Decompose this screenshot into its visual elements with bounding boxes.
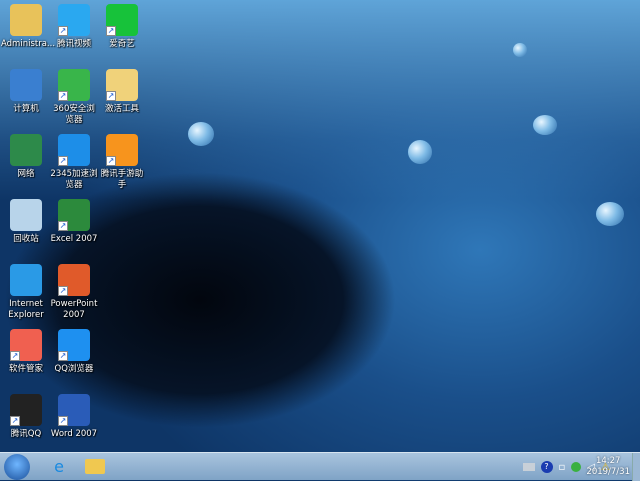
start-button[interactable]	[4, 454, 30, 480]
desktop-icon[interactable]: ↗ Excel 2007	[49, 199, 99, 245]
keyboard-icon[interactable]	[522, 463, 535, 471]
tencent-game-assistant-icon: ↗	[106, 134, 138, 166]
desktop-icon-label: Administra...	[1, 39, 56, 49]
shortcut-arrow-icon: ↗	[106, 26, 116, 36]
desktop-icon-label: QQ浏览器	[54, 364, 94, 374]
desktop-icon[interactable]: Internet Explorer	[1, 264, 51, 321]
word-icon: ↗	[58, 394, 90, 426]
desktop-icon[interactable]: ↗ 360安全浏览器	[49, 69, 99, 126]
desktop-icon-label: 腾讯视频	[56, 39, 91, 49]
usb-safely-remove-icon[interactable]	[571, 462, 582, 472]
desktop-icon[interactable]: ↗ 腾讯视频	[49, 4, 99, 50]
clock[interactable]: 14:27 2019/7/31	[586, 456, 630, 478]
shortcut-arrow-icon: ↗	[58, 91, 68, 101]
desktop-icon-label: Word 2007	[50, 429, 98, 439]
excel-icon: ↗	[58, 199, 90, 231]
shortcut-arrow-icon: ↗	[106, 91, 116, 101]
desktop-icon-label: 360安全浏览器	[53, 104, 95, 125]
shortcut-arrow-icon: ↗	[10, 416, 20, 426]
desktop-icon-label: 腾讯手游助手	[100, 169, 144, 190]
iqiyi-icon: ↗	[106, 4, 138, 36]
desktop-icon[interactable]: 回收站	[1, 199, 51, 245]
desktop-icon[interactable]: ↗ Word 2007	[49, 394, 99, 440]
360-browser-icon: ↗	[58, 69, 90, 101]
shortcut-arrow-icon: ↗	[10, 351, 20, 361]
desktop-icon-label: PowerPoint 2007	[50, 299, 98, 320]
desktop-icon[interactable]: 网络	[1, 134, 51, 180]
help-icon[interactable]: ?	[540, 461, 553, 473]
water-drop	[513, 43, 527, 57]
show-desktop-button[interactable]	[632, 453, 640, 481]
desktop-icon-label: 网络	[17, 169, 35, 179]
desktop-icon[interactable]: ↗ 软件管家	[1, 329, 51, 375]
clock-date: 2019/7/31	[586, 467, 630, 477]
water-drop	[533, 115, 557, 135]
desktop-icon-label: 计算机	[13, 104, 39, 114]
taskbar-file-explorer-icon[interactable]	[78, 455, 112, 479]
desktop-icon[interactable]: ↗ PowerPoint 2007	[49, 264, 99, 321]
ie-icon	[10, 264, 42, 296]
qq-browser-icon: ↗	[58, 329, 90, 361]
desktop-icon[interactable]: 计算机	[1, 69, 51, 115]
desktop-icon-label: 2345加速浏览器	[50, 169, 98, 190]
desktop-icon[interactable]: ↗ 腾讯手游助手	[97, 134, 147, 191]
taskbar-ie-icon[interactable]: e	[42, 455, 76, 479]
shortcut-arrow-icon: ↗	[58, 416, 68, 426]
computer-icon	[10, 69, 42, 101]
desktop-icon[interactable]: ↗ 激活工具	[97, 69, 147, 115]
desktop-icon[interactable]: ↗ QQ浏览器	[49, 329, 99, 375]
user-folder-icon	[10, 4, 42, 36]
shortcut-arrow-icon: ↗	[58, 351, 68, 361]
recycle-bin-icon	[10, 199, 42, 231]
shortcut-arrow-icon: ↗	[58, 286, 68, 296]
desktop-icon[interactable]: ↗ 2345加速浏览器	[49, 134, 99, 191]
desktop-icon-label: 回收站	[13, 234, 39, 244]
water-drop	[408, 140, 432, 164]
water-drop	[596, 202, 624, 226]
desktop-icon-label: Internet Explorer	[8, 299, 44, 320]
network-tray-icon[interactable]: ▫	[559, 462, 566, 473]
desktop-icon-label: 软件管家	[8, 364, 43, 374]
desktop-icon[interactable]: ↗ 腾讯QQ	[1, 394, 51, 440]
desktop-icon-label: 爱奇艺	[109, 39, 135, 49]
clock-time: 14:27	[595, 456, 621, 466]
tencent-video-icon: ↗	[58, 4, 90, 36]
desktop-icon[interactable]: ↗ 爱奇艺	[97, 4, 147, 50]
desktop-icon[interactable]: Administra...	[1, 4, 56, 50]
water-drop	[188, 122, 214, 146]
desktop-icon-label: Excel 2007	[50, 234, 98, 244]
network-icon	[10, 134, 42, 166]
shortcut-arrow-icon: ↗	[58, 221, 68, 231]
shortcut-arrow-icon: ↗	[106, 156, 116, 166]
software-manager-icon: ↗	[10, 329, 42, 361]
desktop-icon-label: 腾讯QQ	[10, 429, 42, 439]
desktop-icon-label: 激活工具	[104, 104, 139, 114]
taskbar: e ? ▫ ◁ ⚠ 14:27 2019/7/31	[0, 452, 640, 481]
qq-icon: ↗	[10, 394, 42, 426]
folder-icon: ↗	[106, 69, 138, 101]
shortcut-arrow-icon: ↗	[58, 26, 68, 36]
shortcut-arrow-icon: ↗	[58, 156, 68, 166]
2345-browser-icon: ↗	[58, 134, 90, 166]
powerpoint-icon: ↗	[58, 264, 90, 296]
